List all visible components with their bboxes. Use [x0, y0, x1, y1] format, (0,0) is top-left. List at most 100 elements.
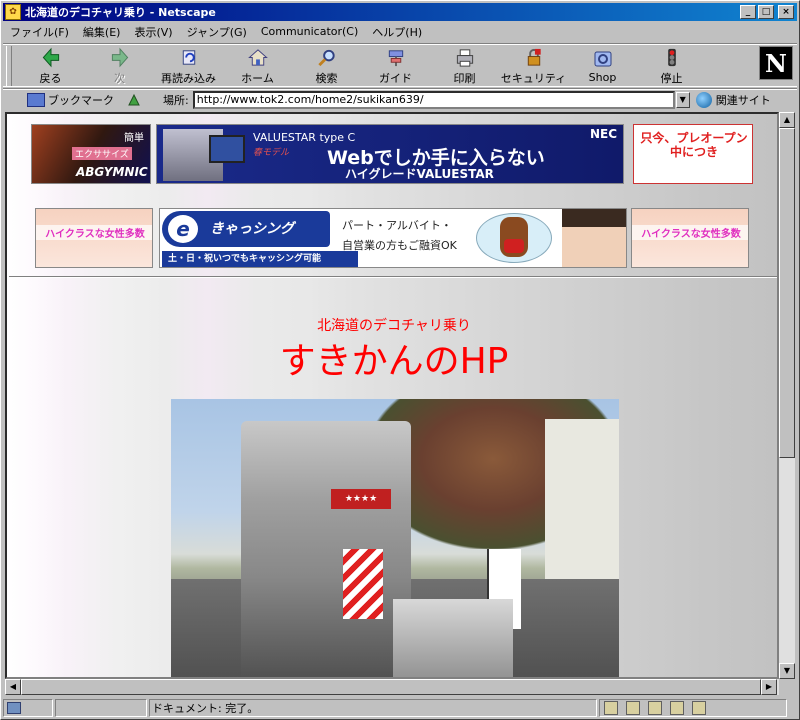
horizontal-rule [9, 276, 777, 278]
shop-label: Shop [588, 71, 617, 84]
scroll-right-button[interactable]: ▶ [761, 679, 777, 695]
vertical-scrollbar[interactable]: ▲ ▼ [779, 112, 795, 679]
location-bar: ブックマーク 場所: http://www.tok2.com/home2/suk… [3, 88, 797, 110]
horizontal-scrollbar[interactable]: ◀ ▶ [5, 679, 779, 695]
menu-file[interactable]: ファイル(F) [3, 24, 76, 40]
ecashing-logo: e きゃっシング [162, 211, 330, 247]
composer-tray-icon[interactable] [692, 701, 706, 715]
bookmarks-button[interactable]: ブックマーク [27, 92, 125, 108]
printer-icon [456, 49, 473, 67]
security-label: セキュリティ [500, 72, 567, 85]
menu-go[interactable]: ジャンプ(G) [180, 24, 254, 40]
security-button[interactable]: セキュリティ [499, 44, 568, 86]
bookmarks-icon [27, 92, 45, 107]
menu-help[interactable]: ヘルプ(H) [365, 24, 429, 40]
status-bar: ドキュメント: 完了。 [3, 698, 797, 718]
ecashing-text-2: 自営業の方もご融資OK [342, 239, 457, 252]
ad-banner-nec[interactable]: VALUESTAR type C 春モデル NEC Webでしか手に入らない ハ… [156, 124, 624, 184]
navigation-toolbar: 戻る 次 再読み込み ホーム 検索 ガイド 印刷 セキュリティ Shop 停止 … [3, 43, 797, 87]
back-button[interactable]: 戻る [16, 44, 85, 86]
url-dropdown-button[interactable]: ▼ [675, 91, 690, 108]
close-button[interactable]: × [778, 5, 794, 19]
related-sites-label: 関連サイト [715, 93, 771, 107]
back-label: 戻る [39, 72, 62, 85]
vertical-scroll-thumb[interactable] [779, 128, 795, 458]
stop-button[interactable]: 停止 [637, 44, 706, 86]
ad-banner-highclass-left[interactable]: ハイクラスな女性多数 [35, 208, 153, 268]
page-title: すきかんのHP [279, 341, 509, 382]
ad-banner-preopen[interactable]: 只今、プレオープン中につき [633, 124, 753, 184]
home-button[interactable]: ホーム [223, 44, 292, 86]
progress-meter [55, 699, 147, 717]
mail-tray-icon[interactable] [626, 701, 640, 715]
photo-house [545, 419, 619, 589]
ad-ab-exercise-text: エクササイズ [72, 147, 132, 160]
menu-bar: ファイル(F) 編集(E) 表示(V) ジャンプ(G) Communicator… [3, 22, 797, 41]
netscape-logo-icon: N [765, 48, 787, 78]
addressbook-tray-icon[interactable] [670, 701, 684, 715]
forward-arrow-icon [111, 47, 128, 68]
ad-banner-abgymnic[interactable]: 簡単 エクササイズ ABGYMNIC [31, 124, 151, 184]
ad-banner-ecashing[interactable]: e きゃっシング 土・日・祝いつでもキャッシング可能 パート・アルバイト・ 自営… [159, 208, 627, 268]
search-icon [317, 49, 335, 67]
nec-monitor-image [209, 135, 245, 163]
reload-label: 再読み込み [161, 72, 216, 85]
home-icon [247, 49, 268, 66]
scroll-down-button[interactable]: ▼ [779, 663, 795, 679]
home-label: ホーム [241, 72, 274, 85]
photo-chrome-box [393, 599, 513, 677]
search-button[interactable]: 検索 [292, 44, 361, 86]
netscape-throbber[interactable]: N [759, 46, 793, 80]
highclass-left-text: ハイクラスな女性多数 [36, 225, 152, 240]
print-button[interactable]: 印刷 [430, 44, 499, 86]
menu-edit[interactable]: 編集(E) [76, 24, 128, 40]
navigator-tray-icon[interactable] [604, 701, 618, 715]
bear-mascot-image [500, 217, 528, 257]
page-viewport[interactable]: 簡単 エクササイズ ABGYMNIC VALUESTAR type C 春モデル… [5, 112, 779, 679]
back-arrow-icon [42, 47, 59, 68]
shop-icon [594, 51, 611, 67]
related-sites-icon [695, 91, 712, 108]
scroll-up-button[interactable]: ▲ [779, 112, 795, 128]
page-proxy-icon[interactable] [127, 93, 141, 107]
guide-button[interactable]: ガイド [361, 44, 430, 86]
connection-status [3, 699, 53, 717]
status-text-cell: ドキュメント: 完了。 [149, 699, 597, 717]
guide-icon [388, 50, 403, 67]
netscape-app-icon: ✿ [5, 4, 21, 20]
ecashing-e-icon: e [168, 215, 198, 243]
maximize-button[interactable]: □ [758, 5, 774, 19]
print-label: 印刷 [453, 72, 476, 85]
newsgroups-tray-icon[interactable] [648, 701, 662, 715]
ad-ab-brand: ABGYMNIC [76, 165, 148, 179]
ad-ab-small-text: 簡単 [124, 133, 144, 144]
guide-label: ガイド [379, 72, 412, 85]
reload-icon [182, 50, 195, 65]
padlock-icon [527, 48, 541, 66]
photo-star-sign: ★★★★ [331, 489, 391, 509]
horizontal-scroll-thumb[interactable] [21, 679, 761, 695]
minimize-button[interactable]: _ [740, 5, 756, 19]
location-label: 場所: [163, 93, 189, 107]
browser-window: ✿ 北海道のデコチャリ乗り - Netscape _ □ × ファイル(F) 編… [0, 0, 800, 720]
bookmarks-label: ブックマーク [48, 93, 114, 107]
scroll-left-button[interactable]: ◀ [5, 679, 21, 695]
title-bar[interactable]: ✿ 北海道のデコチャリ乗り - Netscape _ □ × [3, 3, 797, 21]
menu-view[interactable]: 表示(V) [127, 24, 179, 40]
ecashing-strip: 土・日・祝いつでもキャッシング可能 [162, 251, 358, 267]
reload-button[interactable]: 再読み込み [154, 44, 223, 86]
forward-button[interactable]: 次 [85, 44, 154, 86]
ecashing-text-1: パート・アルバイト・ [342, 219, 452, 232]
ecashing-logo-text: きゃっシング [210, 221, 294, 237]
component-tray [599, 699, 787, 717]
nec-logo: NEC [589, 127, 617, 141]
url-field[interactable]: http://www.tok2.com/home2/sukikan639/ [192, 90, 675, 109]
toolbar-grip[interactable] [6, 46, 12, 86]
photo-decorated-bicycle [241, 421, 411, 677]
status-text: ドキュメント: 完了。 [152, 702, 259, 715]
ad-banner-highclass-right[interactable]: ハイクラスな女性多数 [631, 208, 749, 268]
shop-button[interactable]: Shop [568, 44, 637, 86]
menu-communicator[interactable]: Communicator(C) [254, 25, 365, 38]
search-label: 検索 [315, 72, 338, 85]
related-sites-button[interactable]: 関連サイト [695, 91, 771, 108]
